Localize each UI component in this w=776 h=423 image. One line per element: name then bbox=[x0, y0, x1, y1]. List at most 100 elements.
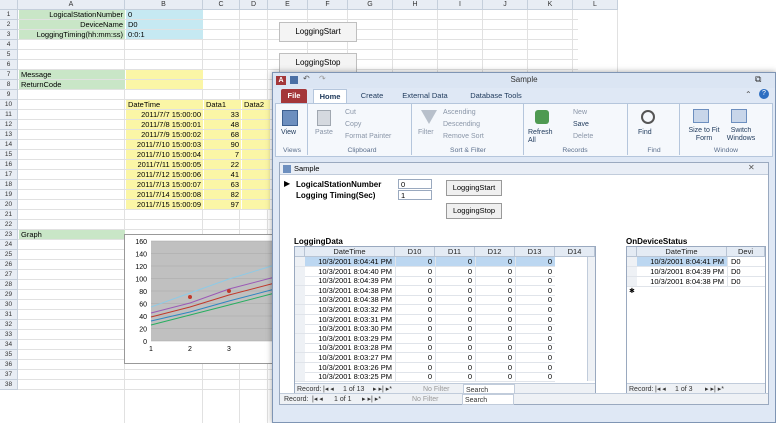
datetime-cell[interactable]: 2011/7/15 15:00:09 bbox=[126, 200, 203, 209]
tab-create[interactable]: Create bbox=[355, 89, 389, 103]
logging-start-button[interactable]: LoggingStart bbox=[446, 180, 502, 196]
help-icon[interactable]: ? bbox=[759, 89, 769, 99]
data2-header-cell[interactable]: Data2 bbox=[242, 100, 270, 109]
data2-cell[interactable] bbox=[242, 140, 270, 149]
table-row-value[interactable]: 0 bbox=[515, 333, 555, 344]
record-selector-icon[interactable]: ▶ bbox=[284, 179, 290, 188]
switch-windows-button[interactable]: Switch Windows bbox=[726, 127, 756, 143]
column-header-datetime[interactable]: DateTime bbox=[305, 247, 395, 257]
table-row-value[interactable]: 0 bbox=[435, 353, 475, 363]
filter-button[interactable]: Filter bbox=[418, 129, 434, 136]
row-header[interactable]: 17 bbox=[0, 170, 18, 180]
row-selector[interactable] bbox=[295, 324, 305, 335]
data2-cell[interactable] bbox=[242, 170, 270, 179]
form-nav-next-icon[interactable]: ▸ ▸| ▸* bbox=[362, 394, 381, 405]
table-row-datetime[interactable]: 10/3/2001 8:04:38 PM bbox=[305, 286, 395, 296]
table-row-value[interactable]: 0 bbox=[515, 353, 555, 363]
table-row-value[interactable]: 0 bbox=[475, 295, 515, 306]
row-header[interactable]: 31 bbox=[0, 310, 18, 320]
restore-icon[interactable]: ⧉ bbox=[755, 74, 761, 85]
table-row-value[interactable]: 0 bbox=[515, 285, 555, 296]
descending-button[interactable]: Descending bbox=[443, 121, 480, 128]
graph-label-cell[interactable]: Graph bbox=[19, 230, 125, 239]
row-selector[interactable] bbox=[295, 305, 305, 315]
data2-cell[interactable] bbox=[242, 110, 270, 119]
row-selector[interactable] bbox=[295, 362, 305, 373]
row-header[interactable]: 1 bbox=[0, 10, 18, 20]
form-nav-prev-icon[interactable]: |◂ ◂ bbox=[312, 394, 323, 405]
device-label-cell[interactable]: DeviceName bbox=[19, 20, 125, 29]
cut-button[interactable]: Cut bbox=[345, 109, 356, 116]
row-header[interactable]: 25 bbox=[0, 250, 18, 260]
row-header[interactable]: 10 bbox=[0, 100, 18, 110]
row-header[interactable]: 14 bbox=[0, 140, 18, 150]
column-header[interactable]: G bbox=[348, 0, 393, 10]
table-row-value[interactable]: 0 bbox=[515, 362, 555, 373]
tab-external-data[interactable]: External Data bbox=[397, 89, 453, 103]
row-header[interactable]: 12 bbox=[0, 120, 18, 130]
row-header[interactable]: 29 bbox=[0, 290, 18, 300]
table-row-value[interactable]: 0 bbox=[435, 362, 475, 373]
row-header[interactable]: 8 bbox=[0, 80, 18, 90]
table-row-value[interactable]: 0 bbox=[515, 305, 555, 315]
view-button[interactable]: View bbox=[281, 129, 296, 136]
column-header-d10[interactable]: D10 bbox=[395, 247, 435, 257]
table-row-value[interactable]: 0 bbox=[475, 333, 515, 344]
column-header[interactable]: F bbox=[308, 0, 348, 10]
row-header[interactable]: 6 bbox=[0, 60, 18, 70]
view-icon[interactable] bbox=[282, 110, 298, 126]
returncode-value-cell[interactable] bbox=[126, 80, 203, 89]
table-row-value[interactable]: 0 bbox=[435, 324, 475, 335]
table-row-value[interactable]: 0 bbox=[395, 362, 435, 373]
paste-button[interactable]: Paste bbox=[315, 129, 333, 136]
new-record-icon[interactable]: ✱ bbox=[629, 287, 637, 297]
table-row-value[interactable]: 0 bbox=[515, 314, 555, 325]
row-header[interactable]: 27 bbox=[0, 270, 18, 280]
table-row-datetime[interactable]: 10/3/2001 8:04:39 PM bbox=[305, 276, 395, 287]
column-header[interactable]: I bbox=[438, 0, 483, 10]
switch-windows-icon[interactable] bbox=[731, 109, 747, 123]
status-row-device[interactable]: D0 bbox=[727, 277, 765, 287]
row-selector[interactable] bbox=[295, 295, 305, 306]
row-header[interactable]: 23 bbox=[0, 230, 18, 240]
table-row-value[interactable]: 0 bbox=[435, 305, 475, 315]
column-header[interactable]: A bbox=[18, 0, 125, 10]
data2-cell[interactable] bbox=[242, 180, 270, 189]
column-header[interactable]: K bbox=[528, 0, 573, 10]
column-header-d13[interactable]: D13 bbox=[515, 247, 555, 257]
table-row-datetime[interactable]: 10/3/2001 8:04:40 PM bbox=[305, 267, 395, 277]
message-value-cell[interactable] bbox=[126, 70, 203, 79]
message-label-cell[interactable]: Message bbox=[19, 70, 125, 79]
status-row-device[interactable]: D0 bbox=[727, 267, 765, 277]
table-row-datetime[interactable]: 10/3/2001 8:04:38 PM bbox=[305, 295, 395, 306]
row-header[interactable]: 3 bbox=[0, 30, 18, 40]
data2-cell[interactable] bbox=[242, 130, 270, 139]
column-header-d11[interactable]: D11 bbox=[435, 247, 475, 257]
size-to-fit-button[interactable]: Size to Fit Form bbox=[687, 127, 721, 143]
row-header[interactable]: 24 bbox=[0, 240, 18, 250]
row-header[interactable]: 22 bbox=[0, 220, 18, 230]
timing-input[interactable]: 1 bbox=[398, 190, 432, 200]
excel-line-chart[interactable]: 160 140 120 100 80 60 40 20 0 1 2 3 bbox=[124, 234, 276, 364]
ascending-button[interactable]: Ascending bbox=[443, 109, 476, 116]
datetime-cell[interactable]: 2011/7/7 15:00:00 bbox=[126, 110, 203, 119]
form-close-icon[interactable]: ✕ bbox=[748, 163, 755, 172]
row-header[interactable]: 9 bbox=[0, 90, 18, 100]
table-row-datetime[interactable]: 10/3/2001 8:03:27 PM bbox=[305, 353, 395, 363]
new-record-button[interactable]: New bbox=[573, 109, 587, 116]
row-header[interactable]: 18 bbox=[0, 180, 18, 190]
select-all-corner[interactable] bbox=[0, 0, 18, 10]
logging-stop-button[interactable]: LoggingStop bbox=[446, 203, 502, 219]
data2-cell[interactable] bbox=[242, 160, 270, 169]
table-row-datetime[interactable]: 10/3/2001 8:03:30 PM bbox=[305, 324, 395, 335]
table-row-value[interactable]: 0 bbox=[475, 266, 515, 277]
datetime-cell[interactable]: 2011/7/11 15:00:05 bbox=[126, 160, 203, 169]
minimize-ribbon-icon[interactable]: ⌃ bbox=[745, 90, 752, 99]
size-to-fit-icon[interactable] bbox=[693, 109, 709, 123]
data1-cell[interactable]: 22 bbox=[204, 160, 241, 169]
timing-label-cell[interactable]: LoggingTiming(hh:mm:ss) bbox=[19, 30, 125, 39]
row-header[interactable]: 2 bbox=[0, 20, 18, 30]
datetime-header-cell[interactable]: DateTime bbox=[126, 100, 203, 109]
row-header[interactable]: 33 bbox=[0, 330, 18, 340]
table-row-value[interactable]: 0 bbox=[435, 276, 475, 287]
